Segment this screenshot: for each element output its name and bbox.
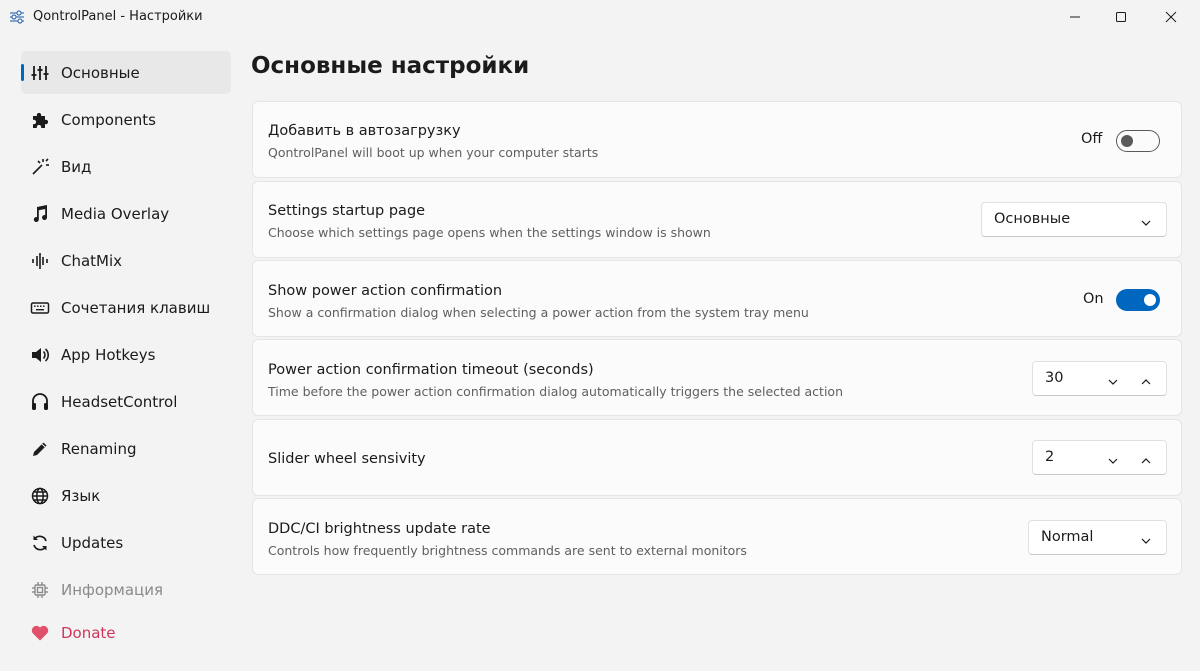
sidebar-item-shortcuts[interactable]: Сочетания клавиш [21, 286, 231, 329]
setting-title: Settings startup page [268, 203, 426, 219]
autostart-toggle[interactable] [1116, 130, 1160, 152]
setting-title: Power action confirmation timeout (secon… [268, 362, 594, 378]
setting-card-power-confirmation: Show power action confirmation Show a co… [252, 260, 1182, 337]
sidebar-item-headsetcontrol[interactable]: HeadsetControl [21, 380, 231, 423]
setting-title: Slider wheel sensivity [268, 451, 426, 467]
minimize-button[interactable] [1052, 0, 1098, 34]
setting-description: Time before the power action confirmatio… [268, 384, 843, 399]
setting-description: Choose which settings page opens when th… [268, 225, 711, 240]
maximize-icon [1116, 12, 1126, 22]
toggle-state-label: Off [1081, 131, 1103, 147]
maximize-button[interactable] [1098, 0, 1144, 34]
heart-icon [30, 623, 50, 643]
setting-title: DDC/CI brightness update rate [268, 521, 491, 537]
sliders-vertical-icon [30, 63, 50, 83]
setting-title: Добавить в автозагрузку [268, 123, 461, 139]
setting-card-slider-sensitivity: Slider wheel sensivity 2 [252, 419, 1182, 496]
speaker-icon [30, 345, 50, 365]
sidebar-item-label: HeadsetControl [61, 393, 178, 411]
sidebar-item-media-overlay[interactable]: Media Overlay [21, 192, 231, 235]
sidebar-item-app-hotkeys[interactable]: App Hotkeys [21, 333, 231, 376]
page-title: Основные настройки [251, 53, 530, 79]
combo-value: Основные [994, 211, 1071, 227]
sidebar-item-label: Вид [61, 158, 92, 176]
waveform-icon [30, 251, 50, 271]
sidebar-item-label: Сочетания клавиш [61, 299, 211, 317]
sidebar-item-label: Media Overlay [61, 205, 170, 223]
chip-icon [30, 580, 50, 600]
sensitivity-spinbox[interactable]: 2 [1032, 440, 1167, 475]
timeout-spinbox[interactable]: 30 [1032, 361, 1167, 396]
sidebar-item-information[interactable]: Информация [21, 568, 231, 611]
spinbox-value: 2 [1045, 449, 1055, 465]
toggle-state-label: On [1083, 291, 1104, 307]
sidebar-item-appearance[interactable]: Вид [21, 145, 231, 188]
window-title: QontrolPanel - Настройки [33, 9, 203, 24]
globe-icon [30, 486, 50, 506]
chevron-down-icon [1140, 214, 1152, 226]
sidebar-item-chatmix[interactable]: ChatMix [21, 239, 231, 282]
sidebar-item-label: Язык [61, 487, 101, 505]
sidebar-item-language[interactable]: Язык [21, 474, 231, 517]
sidebar-item-label: App Hotkeys [61, 346, 156, 364]
sidebar-item-components[interactable]: Components [21, 98, 231, 141]
spinbox-value: 30 [1045, 370, 1064, 386]
ddc-update-rate-combo[interactable]: Normal [1028, 520, 1167, 555]
keyboard-icon [30, 298, 50, 318]
sidebar-item-label: Components [61, 111, 156, 129]
setting-card-ddc-update-rate: DDC/CI brightness update rate Controls h… [252, 498, 1182, 575]
refresh-icon [30, 533, 50, 553]
setting-description: Controls how frequently brightness comma… [268, 543, 747, 558]
setting-description: QontrolPanel will boot up when your comp… [268, 145, 599, 160]
setting-title: Show power action confirmation [268, 283, 503, 299]
setting-card-autostart: Добавить в автозагрузку QontrolPanel wil… [252, 101, 1182, 178]
sidebar-item-label: ChatMix [61, 252, 123, 270]
combo-value: Normal [1041, 529, 1094, 545]
minimize-icon [1070, 16, 1080, 18]
chevron-down-icon[interactable] [1107, 373, 1119, 385]
sidebar-item-renaming[interactable]: Renaming [21, 427, 231, 470]
magic-wand-icon [30, 157, 50, 177]
music-note-icon [30, 204, 50, 224]
chevron-down-icon[interactable] [1107, 452, 1119, 464]
active-indicator [21, 64, 24, 81]
chevron-up-icon[interactable] [1140, 373, 1152, 385]
title-bar: QontrolPanel - Настройки [0, 0, 1200, 34]
setting-card-startup-page: Settings startup page Choose which setti… [252, 181, 1182, 258]
puzzle-icon [30, 110, 50, 130]
sidebar-item-general[interactable]: Основные [21, 51, 231, 94]
sidebar-item-updates[interactable]: Updates [21, 521, 231, 564]
toggle-knob [1144, 294, 1156, 306]
pencil-icon [30, 439, 50, 459]
headset-icon [30, 392, 50, 412]
power-confirmation-toggle[interactable] [1116, 289, 1160, 311]
setting-description: Show a confirmation dialog when selectin… [268, 305, 809, 320]
setting-card-confirmation-timeout: Power action confirmation timeout (secon… [252, 339, 1182, 416]
sidebar-item-label: Основные [61, 64, 140, 82]
sidebar-item-label: Updates [61, 534, 124, 552]
sliders-icon [9, 9, 25, 25]
close-icon [1165, 11, 1177, 23]
toggle-knob [1121, 135, 1133, 147]
chevron-down-icon [1140, 532, 1152, 544]
sidebar-item-label: Renaming [61, 440, 137, 458]
sidebar-item-label: Информация [61, 581, 164, 599]
chevron-up-icon[interactable] [1140, 452, 1152, 464]
close-button[interactable] [1148, 0, 1194, 34]
sidebar-item-donate[interactable]: Donate [21, 611, 231, 654]
startup-page-combo[interactable]: Основные [981, 202, 1167, 237]
sidebar-item-label: Donate [61, 624, 116, 642]
